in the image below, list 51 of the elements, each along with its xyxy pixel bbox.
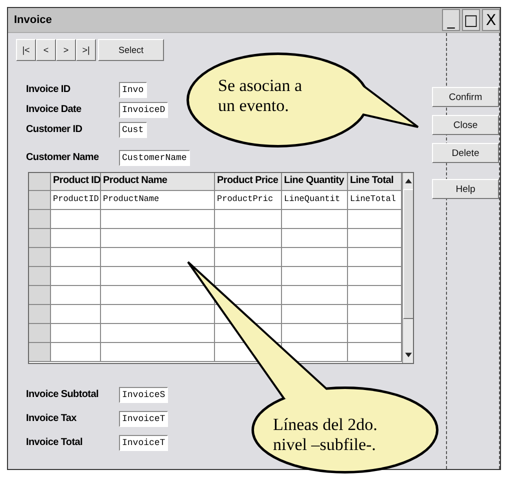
row-header[interactable] xyxy=(29,191,51,209)
table-cell: LineQuantit xyxy=(282,191,348,209)
input-field[interactable]: InvoiceS xyxy=(119,386,168,402)
action-button[interactable]: Confirm xyxy=(432,87,499,107)
navigation-button[interactable]: > xyxy=(56,39,76,61)
navigation-button[interactable]: |< xyxy=(16,39,36,61)
callout-text: Se asocian a xyxy=(218,76,302,96)
row-header[interactable] xyxy=(29,343,51,361)
field-label: Invoice Subtotal xyxy=(26,389,100,400)
action-button[interactable]: Delete xyxy=(432,143,499,163)
column-header[interactable]: Product ID xyxy=(51,173,101,190)
row-header[interactable] xyxy=(29,229,51,247)
field-label: Invoice Tax xyxy=(26,413,78,424)
field-label: Invoice Total xyxy=(26,437,84,448)
table-cell: ProductName xyxy=(101,191,215,209)
window-control-button[interactable]: X xyxy=(482,9,500,31)
window-title: Invoice xyxy=(14,14,52,26)
field-label: Customer ID xyxy=(26,124,84,135)
callout-text: Líneas del 2do. xyxy=(273,415,378,435)
field-label: Customer Name xyxy=(26,152,100,163)
input-field[interactable]: InvoiceT xyxy=(119,434,168,450)
row-header[interactable] xyxy=(29,267,51,285)
action-button[interactable]: Close xyxy=(432,115,499,135)
field-label: Invoice ID xyxy=(26,84,72,95)
input-field[interactable]: InvoiceT xyxy=(119,410,168,426)
action-button[interactable]: Help xyxy=(432,179,499,199)
window-control-button[interactable]: □ xyxy=(462,9,480,31)
window-control-button[interactable]: _ xyxy=(442,9,460,31)
row-header[interactable] xyxy=(29,248,51,266)
select-button[interactable]: Select xyxy=(98,39,164,61)
input-field[interactable]: Cust xyxy=(119,122,147,138)
input-field[interactable]: CustomerName xyxy=(119,150,190,166)
column-header[interactable]: Line Total xyxy=(348,173,402,190)
table-cell: ProductPric xyxy=(215,191,282,209)
navigation-button[interactable]: >| xyxy=(76,39,96,61)
input-field[interactable]: InvoiceD xyxy=(119,102,168,118)
scroll-thumb[interactable] xyxy=(403,189,413,319)
column-header[interactable]: Product Price xyxy=(215,173,282,190)
scroll-bar[interactable] xyxy=(402,173,413,363)
column-header[interactable]: Line Quantity xyxy=(282,173,348,190)
row-header[interactable] xyxy=(29,286,51,304)
row-header[interactable] xyxy=(29,324,51,342)
callout-text: nivel –subfile-. xyxy=(273,435,377,455)
column-header[interactable]: Product Name xyxy=(101,173,215,190)
table-cell: ProductID xyxy=(51,191,101,209)
row-header[interactable] xyxy=(29,305,51,323)
row-header[interactable] xyxy=(29,210,51,228)
callout-text: un evento. xyxy=(218,96,290,116)
navigation-button[interactable]: < xyxy=(36,39,56,61)
input-field[interactable]: Invo xyxy=(119,82,147,98)
field-label: Invoice Date xyxy=(26,104,82,115)
